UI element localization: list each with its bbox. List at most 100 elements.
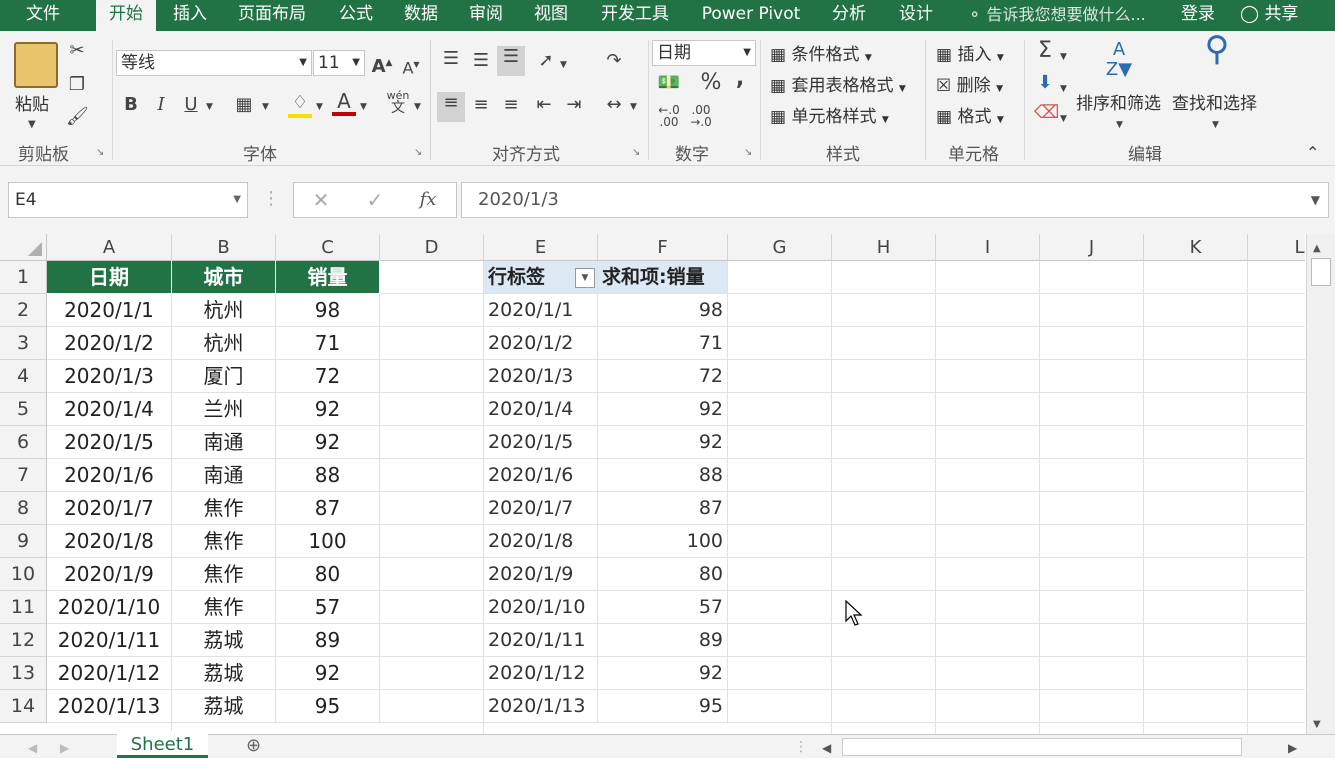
tell-me-box[interactable]: ⚬ 告诉我您想要做什么... xyxy=(968,0,1146,31)
pivot-value-cell[interactable]: 87 xyxy=(598,492,728,525)
column-header-K[interactable]: K xyxy=(1144,234,1248,261)
align-top-icon[interactable]: ☰ xyxy=(440,48,462,70)
empty-cell[interactable] xyxy=(1040,492,1144,525)
empty-cell[interactable] xyxy=(380,591,484,624)
empty-cell[interactable] xyxy=(728,525,832,558)
empty-cell[interactable] xyxy=(728,459,832,492)
find-select-button[interactable]: 查找和选择 xyxy=(1172,89,1257,114)
login-button[interactable]: 登录 xyxy=(1181,0,1215,29)
empty-cell[interactable] xyxy=(1144,393,1248,426)
table-cell[interactable]: 焦作 xyxy=(172,492,276,525)
empty-cell[interactable] xyxy=(1040,393,1144,426)
insert-cells-button[interactable]: ▦ 插入 ▼ xyxy=(936,40,1004,65)
empty-cell[interactable] xyxy=(1040,360,1144,393)
cell-styles-button[interactable]: ▦ 单元格样式 ▼ xyxy=(770,102,889,127)
number-format-select[interactable]: 日期 ▼ xyxy=(652,40,756,66)
empty-cell[interactable] xyxy=(832,657,936,690)
table-cell[interactable]: 2020/1/12 xyxy=(47,657,172,690)
collapse-ribbon-icon[interactable]: ⌃ xyxy=(1306,142,1319,164)
table-header-cell[interactable]: 城市 xyxy=(172,261,276,294)
empty-cell[interactable] xyxy=(380,261,484,294)
chevron-down-icon[interactable]: ▼ xyxy=(206,96,213,118)
empty-cell[interactable] xyxy=(1040,657,1144,690)
empty-cell[interactable] xyxy=(1248,657,1305,690)
table-header-cell[interactable]: 日期 xyxy=(47,261,172,294)
fill-color-icon[interactable]: ♢ xyxy=(288,92,312,118)
pivot-row-label-cell[interactable]: 2020/1/6 xyxy=(484,459,598,492)
empty-cell[interactable] xyxy=(936,591,1040,624)
tab-8[interactable]: 开发工具 xyxy=(584,0,686,31)
empty-cell[interactable] xyxy=(380,327,484,360)
pivot-value-cell[interactable]: 80 xyxy=(598,558,728,591)
row-header-1[interactable]: 1 xyxy=(0,261,47,294)
table-cell[interactable]: 98 xyxy=(276,294,380,327)
empty-cell[interactable] xyxy=(832,261,936,294)
more-options-icon[interactable]: ⋮ xyxy=(794,736,808,758)
empty-cell[interactable] xyxy=(936,327,1040,360)
pivot-row-label-cell[interactable]: 2020/1/1 xyxy=(484,294,598,327)
sort-filter-button[interactable]: 排序和筛选 xyxy=(1076,89,1161,114)
row-header-2[interactable]: 2 xyxy=(0,294,47,327)
worksheet-grid[interactable]: ABCDEFGHIJKL 1 2 3 4 5 6 7 8 9 10 11 12 13 14 日期 城市 销量 2… xyxy=(0,234,1305,734)
empty-cell[interactable] xyxy=(832,327,936,360)
filter-dropdown-icon[interactable]: ▼ xyxy=(575,268,595,288)
format-as-table-button[interactable]: ▦ 套用表格格式 ▼ xyxy=(770,71,906,96)
chevron-down-icon[interactable]: ▼ xyxy=(262,96,269,118)
empty-cell[interactable] xyxy=(832,624,936,657)
empty-cell[interactable] xyxy=(728,393,832,426)
cut-icon[interactable]: ✂ xyxy=(66,40,88,62)
empty-cell[interactable] xyxy=(728,657,832,690)
column-header-B[interactable]: B xyxy=(172,234,276,261)
empty-cell[interactable] xyxy=(1040,690,1144,723)
currency-icon[interactable]: 💵 xyxy=(656,72,682,94)
empty-cell[interactable] xyxy=(1248,360,1305,393)
tab-6[interactable]: 审阅 xyxy=(455,0,517,31)
table-cell[interactable]: 72 xyxy=(276,360,380,393)
empty-cell[interactable] xyxy=(936,360,1040,393)
align-middle-icon[interactable]: ☰ xyxy=(470,50,492,72)
empty-cell[interactable] xyxy=(1144,327,1248,360)
empty-cell[interactable] xyxy=(380,294,484,327)
chevron-down-icon[interactable]: ▼ xyxy=(1060,108,1067,130)
borders-icon[interactable]: ▦ xyxy=(232,94,256,116)
share-button[interactable]: ◯ 共享 xyxy=(1240,0,1298,29)
table-cell[interactable]: 杭州 xyxy=(172,294,276,327)
scroll-up-icon[interactable]: ▲ xyxy=(1313,238,1321,260)
empty-cell[interactable] xyxy=(832,459,936,492)
row-header-9[interactable]: 9 xyxy=(0,525,47,558)
row-header-12[interactable]: 12 xyxy=(0,624,47,657)
empty-cell[interactable] xyxy=(1248,690,1305,723)
empty-cell[interactable] xyxy=(380,690,484,723)
pivot-row-label-cell[interactable]: 2020/1/9 xyxy=(484,558,598,591)
empty-cell[interactable] xyxy=(1144,624,1248,657)
italic-button[interactable]: I xyxy=(150,94,172,116)
empty-cell[interactable] xyxy=(832,558,936,591)
conditional-format-button[interactable]: ▦ 条件格式 ▼ xyxy=(770,40,872,65)
empty-cell[interactable] xyxy=(728,492,832,525)
empty-cell[interactable] xyxy=(728,690,832,723)
scroll-down-icon[interactable]: ▼ xyxy=(1313,714,1321,736)
empty-cell[interactable] xyxy=(832,525,936,558)
empty-cell[interactable] xyxy=(380,360,484,393)
empty-cell[interactable] xyxy=(936,261,1040,294)
empty-cell[interactable] xyxy=(728,591,832,624)
row-header-10[interactable]: 10 xyxy=(0,558,47,591)
pivot-row-label-cell[interactable]: 2020/1/11 xyxy=(484,624,598,657)
table-cell[interactable]: 88 xyxy=(276,459,380,492)
tab-5[interactable]: 数据 xyxy=(390,0,452,31)
empty-cell[interactable] xyxy=(728,426,832,459)
next-sheet-icon[interactable]: ▶ xyxy=(60,737,69,759)
vertical-scrollbar[interactable]: ▲ ▼ xyxy=(1306,234,1335,734)
empty-cell[interactable] xyxy=(380,426,484,459)
pivot-value-cell[interactable]: 100 xyxy=(598,525,728,558)
pivot-row-label-cell[interactable]: 2020/1/2 xyxy=(484,327,598,360)
paste-button[interactable]: 粘贴 xyxy=(15,90,49,115)
table-cell[interactable]: 荔城 xyxy=(172,624,276,657)
merge-center-icon[interactable]: ↔ xyxy=(602,94,626,116)
empty-cell[interactable] xyxy=(728,624,832,657)
table-cell[interactable]: 92 xyxy=(276,426,380,459)
empty-cell[interactable] xyxy=(1144,723,1248,734)
percent-button[interactable]: % xyxy=(698,72,724,94)
pivot-row-label-cell[interactable]: 2020/1/5 xyxy=(484,426,598,459)
empty-cell[interactable] xyxy=(380,393,484,426)
